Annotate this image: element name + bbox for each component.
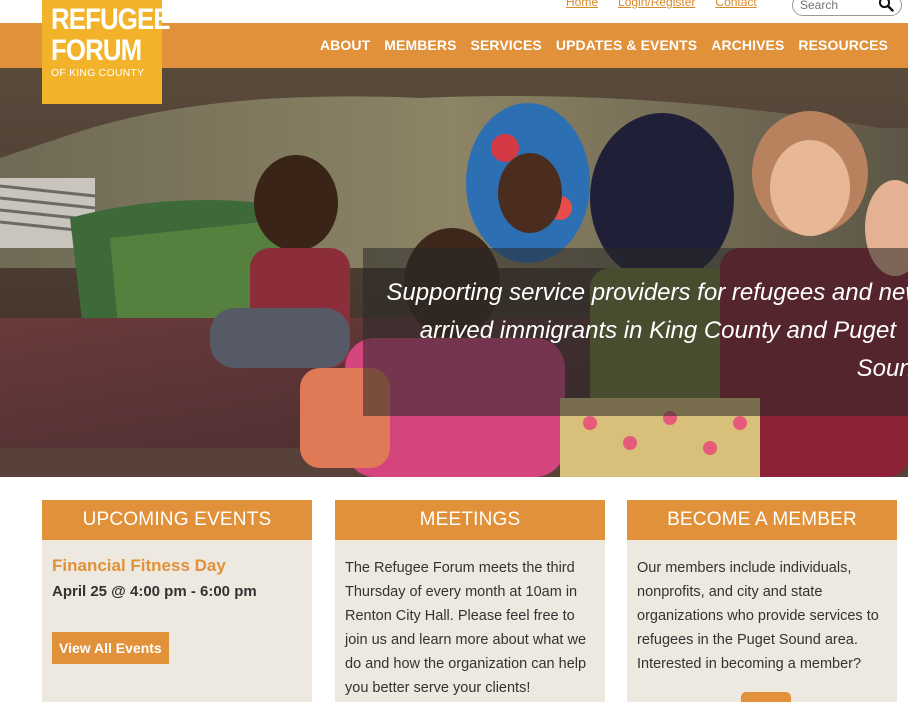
site-logo[interactable]: REFUGEE FORUM OF KING COUNTY xyxy=(42,0,171,104)
nav-item-archives[interactable]: ARCHIVES xyxy=(711,37,784,53)
upcoming-events-body: Financial Fitness Day April 25 @ 4:00 pm… xyxy=(42,540,312,664)
nav-items: ABOUT MEMBERS SERVICES UPDATES & EVENTS … xyxy=(320,37,888,53)
nav-item-services[interactable]: SERVICES xyxy=(471,37,542,53)
login-register-link[interactable]: Login/Register xyxy=(618,0,695,9)
search-box xyxy=(792,0,902,16)
tagline-line-1: Supporting service providers for refugee… xyxy=(386,279,908,306)
meetings-heading: MEETINGS xyxy=(335,500,605,540)
meetings-text: The Refugee Forum meets the third Thursd… xyxy=(345,560,587,696)
tagline-line-3: Sound xyxy=(856,355,908,382)
logo-line-3: OF KING COUNTY xyxy=(51,67,145,79)
nav-item-resources[interactable]: RESOURCES xyxy=(798,37,888,53)
nav-item-about[interactable]: ABOUT xyxy=(320,37,370,53)
contact-link[interactable]: Contact xyxy=(715,0,756,9)
event-title-link[interactable]: Financial Fitness Day xyxy=(52,554,302,578)
search-icon[interactable] xyxy=(878,0,894,12)
hero-tagline: Supporting service providers for refugee… xyxy=(380,274,908,388)
become-member-panel: BECOME A MEMBER Our members include indi… xyxy=(627,500,897,702)
become-member-button[interactable] xyxy=(741,692,791,702)
tagline-line-2: arrived immigrants in King County and Pu… xyxy=(419,317,896,344)
nav-item-members[interactable]: MEMBERS xyxy=(384,37,456,53)
hero-banner: Supporting service providers for refugee… xyxy=(0,68,908,477)
event-time: April 25 @ 4:00 pm - 6:00 pm xyxy=(52,583,257,600)
become-member-heading: BECOME A MEMBER xyxy=(627,500,897,540)
meetings-panel: MEETINGS The Refugee Forum meets the thi… xyxy=(335,500,605,702)
home-link[interactable]: Home xyxy=(566,0,598,9)
nav-item-updates-events[interactable]: UPDATES & EVENTS xyxy=(556,37,697,53)
utility-links: Home Login/Register Contact xyxy=(566,0,757,9)
logo-line-1: REFUGEE xyxy=(51,3,171,36)
upcoming-events-heading: UPCOMING EVENTS xyxy=(42,500,312,540)
become-member-text: Our members include individuals, nonprof… xyxy=(637,560,879,672)
view-all-events-button[interactable]: View All Events xyxy=(52,632,169,664)
logo-line-2: FORUM xyxy=(51,34,142,67)
upcoming-events-panel: UPCOMING EVENTS Financial Fitness Day Ap… xyxy=(42,500,312,702)
search-input[interactable] xyxy=(800,0,880,12)
